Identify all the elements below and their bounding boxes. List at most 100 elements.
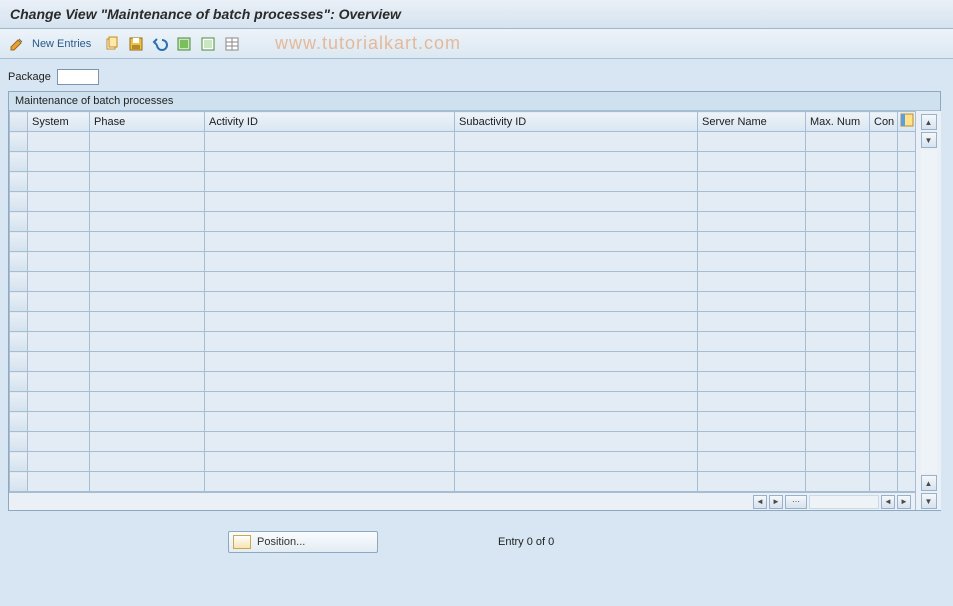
cell-activity[interactable] <box>205 412 455 432</box>
cell-maxnum[interactable] <box>806 392 870 412</box>
column-header-phase[interactable]: Phase <box>90 112 205 132</box>
cell-server[interactable] <box>698 232 806 252</box>
cell-con[interactable] <box>870 292 898 312</box>
cell-con[interactable] <box>870 232 898 252</box>
cell-activity[interactable] <box>205 432 455 452</box>
cell-server[interactable] <box>698 332 806 352</box>
cell-maxnum[interactable] <box>806 452 870 472</box>
cell-con[interactable] <box>870 472 898 492</box>
cell-phase[interactable] <box>90 432 205 452</box>
cell-phase[interactable] <box>90 192 205 212</box>
cell-server[interactable] <box>698 412 806 432</box>
cell-activity[interactable] <box>205 452 455 472</box>
cell-system[interactable] <box>28 172 90 192</box>
cell-subactivity[interactable] <box>455 452 698 472</box>
cell-subactivity[interactable] <box>455 232 698 252</box>
cell-subactivity[interactable] <box>455 372 698 392</box>
cell-subactivity[interactable] <box>455 212 698 232</box>
cell-activity[interactable] <box>205 232 455 252</box>
row-selector[interactable] <box>10 152 28 172</box>
cell-con[interactable] <box>870 272 898 292</box>
scroll-left2-icon[interactable]: ◄ <box>881 495 895 509</box>
cell-maxnum[interactable] <box>806 272 870 292</box>
cell-maxnum[interactable] <box>806 412 870 432</box>
cell-subactivity[interactable] <box>455 392 698 412</box>
cell-con[interactable] <box>870 172 898 192</box>
cell-maxnum[interactable] <box>806 172 870 192</box>
copy-icon[interactable] <box>103 35 121 53</box>
table-row[interactable] <box>10 252 916 272</box>
cell-server[interactable] <box>698 372 806 392</box>
cell-server[interactable] <box>698 312 806 332</box>
row-selector[interactable] <box>10 352 28 372</box>
cell-phase[interactable] <box>90 372 205 392</box>
cell-server[interactable] <box>698 292 806 312</box>
cell-activity[interactable] <box>205 352 455 372</box>
cell-maxnum[interactable] <box>806 152 870 172</box>
cell-maxnum[interactable] <box>806 212 870 232</box>
cell-phase[interactable] <box>90 412 205 432</box>
row-selector[interactable] <box>10 292 28 312</box>
cell-maxnum[interactable] <box>806 472 870 492</box>
cell-system[interactable] <box>28 292 90 312</box>
scroll-down2-icon[interactable]: ▼ <box>921 493 937 509</box>
cell-subactivity[interactable] <box>455 312 698 332</box>
table-row[interactable] <box>10 292 916 312</box>
table-row[interactable] <box>10 372 916 392</box>
edit-icon[interactable] <box>8 35 26 53</box>
cell-phase[interactable] <box>90 292 205 312</box>
package-input[interactable] <box>57 69 99 85</box>
scroll-down-icon[interactable]: ▼ <box>921 132 937 148</box>
cell-phase[interactable] <box>90 272 205 292</box>
table-row[interactable] <box>10 352 916 372</box>
cell-con[interactable] <box>870 452 898 472</box>
row-selector[interactable] <box>10 192 28 212</box>
cell-server[interactable] <box>698 452 806 472</box>
row-selector[interactable] <box>10 392 28 412</box>
cell-maxnum[interactable] <box>806 372 870 392</box>
cell-maxnum[interactable] <box>806 232 870 252</box>
row-selector[interactable] <box>10 132 28 152</box>
scroll-right2-icon[interactable]: ► <box>897 495 911 509</box>
scroll-left-icon[interactable]: ◄ <box>753 495 767 509</box>
cell-server[interactable] <box>698 392 806 412</box>
row-selector[interactable] <box>10 272 28 292</box>
cell-phase[interactable] <box>90 252 205 272</box>
cell-activity[interactable] <box>205 132 455 152</box>
cell-subactivity[interactable] <box>455 192 698 212</box>
cell-maxnum[interactable] <box>806 252 870 272</box>
cell-activity[interactable] <box>205 472 455 492</box>
cell-phase[interactable] <box>90 392 205 412</box>
scrollbar-vtrack[interactable] <box>921 150 937 473</box>
table-row[interactable] <box>10 132 916 152</box>
cell-system[interactable] <box>28 332 90 352</box>
cell-server[interactable] <box>698 352 806 372</box>
table-row[interactable] <box>10 412 916 432</box>
cell-activity[interactable] <box>205 172 455 192</box>
cell-system[interactable] <box>28 152 90 172</box>
cell-subactivity[interactable] <box>455 332 698 352</box>
cell-subactivity[interactable] <box>455 172 698 192</box>
cell-activity[interactable] <box>205 152 455 172</box>
cell-con[interactable] <box>870 432 898 452</box>
cell-activity[interactable] <box>205 392 455 412</box>
cell-server[interactable] <box>698 252 806 272</box>
row-selector[interactable] <box>10 412 28 432</box>
cell-subactivity[interactable] <box>455 132 698 152</box>
cell-activity[interactable] <box>205 372 455 392</box>
row-selector[interactable] <box>10 252 28 272</box>
cell-con[interactable] <box>870 252 898 272</box>
cell-con[interactable] <box>870 132 898 152</box>
column-header-system[interactable]: System <box>28 112 90 132</box>
table-row[interactable] <box>10 312 916 332</box>
cell-phase[interactable] <box>90 472 205 492</box>
table-row[interactable] <box>10 212 916 232</box>
cell-subactivity[interactable] <box>455 472 698 492</box>
table-row[interactable] <box>10 472 916 492</box>
scroll-right-icon[interactable]: ► <box>769 495 783 509</box>
table-row[interactable] <box>10 152 916 172</box>
row-selector[interactable] <box>10 232 28 252</box>
row-selector[interactable] <box>10 472 28 492</box>
column-header-server[interactable]: Server Name <box>698 112 806 132</box>
undo-icon[interactable] <box>151 35 169 53</box>
